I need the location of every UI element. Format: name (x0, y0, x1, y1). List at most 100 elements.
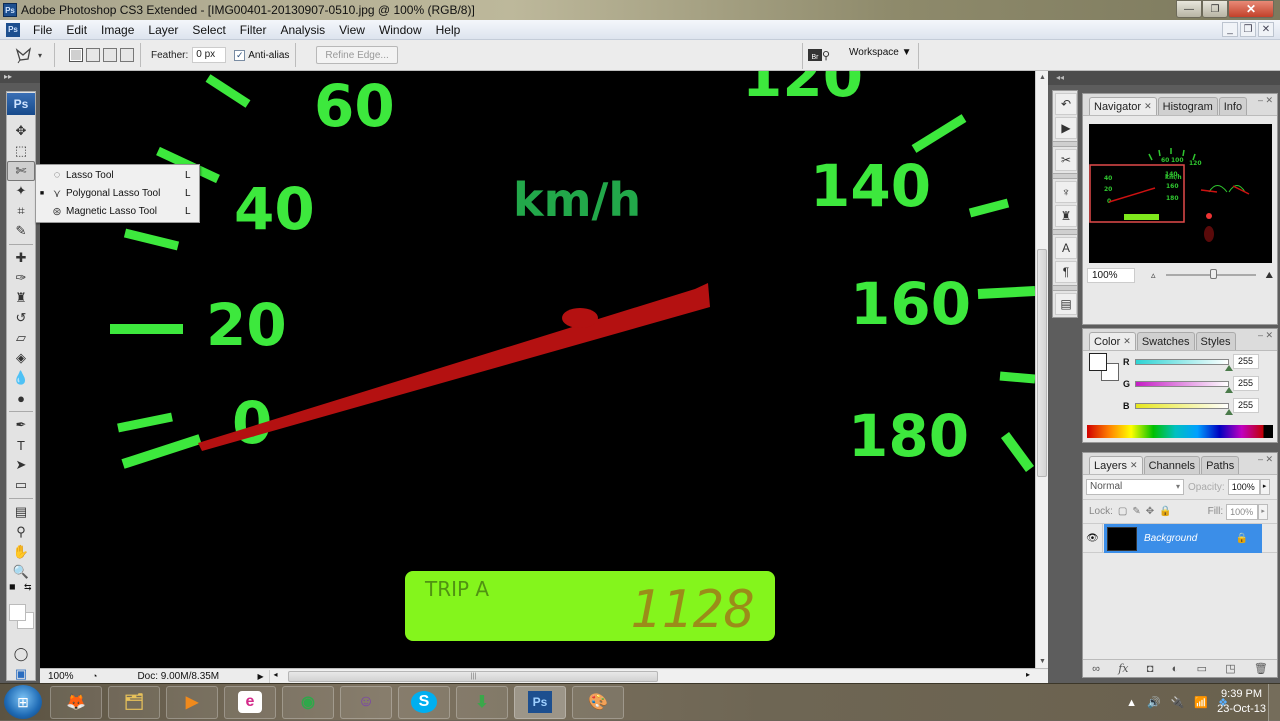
lasso-tool[interactable]: ✄ (7, 161, 35, 181)
clock[interactable]: 9:39 PM 23-Oct-13 (1217, 687, 1266, 717)
tab-styles[interactable]: Styles (1195, 332, 1236, 350)
menu-view[interactable]: View (332, 23, 372, 37)
flyout-item-magnetic-lasso[interactable]: ⊛ Magnetic Lasso Tool L (36, 202, 199, 220)
blue-value-field[interactable]: 255 (1233, 398, 1259, 413)
menu-edit[interactable]: Edit (59, 23, 94, 37)
color-spectrum-ramp[interactable] (1087, 425, 1273, 438)
taskbar-app-app-e[interactable]: e (224, 685, 276, 719)
layer-comps-icon[interactable]: ▤ (1055, 293, 1077, 315)
lock-image-icon[interactable]: ✎ (1132, 506, 1140, 517)
clone-stamp-tool[interactable]: ♜ (7, 288, 35, 308)
taskbar-app-paint[interactable]: 🎨 (572, 685, 624, 719)
navigator-zoom-slider[interactable] (1165, 269, 1256, 279)
close-icon[interactable]: ✕ (1144, 101, 1152, 112)
minimize-button[interactable]: — (1176, 0, 1202, 18)
history-icon[interactable]: ↶ (1055, 93, 1077, 115)
layer-mask-icon[interactable]: ◘ (1147, 663, 1154, 675)
paint-bucket-tool[interactable]: ◈ (7, 348, 35, 368)
marquee-tool[interactable]: ⬚ (7, 141, 35, 161)
path-selection-tool[interactable]: ➤ (7, 455, 35, 475)
close-icon[interactable]: ✕ (1130, 460, 1138, 471)
document-canvas[interactable]: 60 40 20 0 120 140 160 180 km/h TRIP A 1… (40, 71, 1035, 668)
flyout-item-polygonal-lasso[interactable]: ■ ⋎ Polygonal Lasso Tool L (36, 184, 199, 202)
lock-position-icon[interactable]: ✥ (1146, 506, 1154, 517)
default-colors-icon[interactable]: ◼ (9, 582, 16, 591)
blue-slider[interactable] (1135, 402, 1229, 409)
opacity-arrow-icon[interactable]: ▸ (1259, 479, 1270, 495)
lock-all-icon[interactable]: 🔒 (1159, 506, 1171, 517)
menu-select[interactable]: Select (185, 23, 232, 37)
taskbar-app-photoshop[interactable]: Ps (514, 685, 566, 719)
menu-layer[interactable]: Layer (141, 23, 185, 37)
shape-tool[interactable]: ▭ (7, 475, 35, 495)
subtract-from-selection-button[interactable] (103, 48, 117, 62)
slice-tool[interactable]: ✎ (7, 221, 35, 241)
feather-input[interactable]: 0 px (192, 47, 227, 63)
lock-transparency-icon[interactable]: ▢ (1118, 506, 1127, 517)
tool-presets-icon[interactable]: ✂ (1055, 149, 1077, 171)
scroll-left-icon[interactable]: ◂ (273, 670, 277, 679)
slider-knob[interactable] (1209, 269, 1217, 279)
navigator-preview[interactable]: 60100120 40200 km/h 140160180 (1089, 124, 1272, 263)
close-button[interactable]: ✕ (1228, 0, 1274, 18)
status-info-icon[interactable]: ◔ (92, 671, 97, 681)
history-brush-tool[interactable]: ↺ (7, 308, 35, 328)
green-value-field[interactable]: 255 (1233, 376, 1259, 391)
tab-histogram[interactable]: Histogram (1157, 97, 1218, 115)
ps-logo[interactable]: Ps (7, 93, 35, 115)
move-tool[interactable]: ✥ (7, 121, 35, 141)
scroll-right-icon[interactable]: ▸ (1026, 670, 1030, 679)
vertical-scrollbar[interactable]: ▲ ▼ (1035, 71, 1048, 668)
antialias-checkbox[interactable]: ✓ Anti-alias (234, 49, 289, 61)
brushes-icon[interactable]: ♆ (1055, 181, 1077, 203)
menu-help[interactable]: Help (429, 23, 468, 37)
zoom-tool[interactable]: 🔍 (7, 562, 35, 582)
panel-close-icon[interactable]: – ✕ (1258, 95, 1273, 106)
zoom-out-icon[interactable]: ▵ (1151, 270, 1156, 281)
tab-navigator[interactable]: Navigator ✕ (1089, 97, 1157, 115)
layer-style-icon[interactable]: fx (1118, 662, 1128, 675)
swap-colors-icon[interactable]: ⇆ (24, 582, 32, 593)
green-slider[interactable] (1135, 380, 1229, 387)
eyedropper-tool[interactable]: ⚲ (7, 522, 35, 542)
magic-wand-tool[interactable]: ✦ (7, 181, 35, 201)
menu-filter[interactable]: Filter (233, 23, 274, 37)
taskbar-app-yahoo-messenger[interactable]: ☺ (340, 685, 392, 719)
taskbar-app-skype[interactable]: S (398, 685, 450, 719)
type-tool[interactable]: T (7, 435, 35, 455)
tab-swatches[interactable]: Swatches (1136, 332, 1195, 350)
paragraph-icon[interactable]: ¶ (1055, 261, 1077, 283)
go-to-bridge-button[interactable]: Br ⚲ (808, 47, 832, 63)
actions-icon[interactable]: ▶ (1055, 117, 1077, 139)
network-icon[interactable]: 📶 (1194, 696, 1208, 709)
red-value-field[interactable]: 255 (1233, 354, 1259, 369)
flyout-item-lasso[interactable]: ◌ Lasso Tool L (36, 166, 199, 184)
character-icon[interactable]: A (1055, 237, 1077, 259)
layer-name[interactable]: Background (1144, 533, 1236, 544)
notes-tool[interactable]: ▤ (7, 502, 35, 522)
add-to-selection-button[interactable] (86, 48, 100, 62)
adjustment-layer-icon[interactable]: ◐ (1172, 663, 1179, 675)
zoom-in-icon[interactable]: ⛰ (1266, 270, 1274, 281)
vertical-scroll-thumb[interactable] (1037, 249, 1047, 477)
tab-info[interactable]: Info (1218, 97, 1248, 115)
workspace-dropdown[interactable]: Workspace ▼ (849, 47, 912, 58)
tab-color[interactable]: Color ✕ (1089, 332, 1136, 350)
zoom-level-field[interactable]: 100% (40, 671, 90, 682)
clone-source-icon[interactable]: ♜ (1055, 205, 1077, 227)
intersect-selection-button[interactable] (120, 48, 134, 62)
menu-analysis[interactable]: Analysis (273, 23, 332, 37)
opacity-field[interactable]: 100% (1227, 479, 1260, 495)
power-icon[interactable]: 🔌 (1171, 696, 1185, 709)
taskbar-app-media-player[interactable]: ▶ (166, 685, 218, 719)
eraser-tool[interactable]: ▱ (7, 328, 35, 348)
hand-tool[interactable]: ✋ (7, 542, 35, 562)
menu-window[interactable]: Window (372, 23, 429, 37)
dodge-tool[interactable]: ● (7, 388, 35, 408)
taskbar-app-file-explorer[interactable]: 🗂 (108, 685, 160, 719)
show-hidden-icons[interactable]: ▲ (1126, 697, 1137, 709)
horizontal-scrollbar[interactable]: ◂ ||| ▸ (269, 669, 1048, 683)
pen-tool[interactable]: ✒ (7, 415, 35, 435)
panel-close-icon[interactable]: – ✕ (1258, 330, 1273, 341)
start-button[interactable]: ⊞ (4, 685, 42, 719)
